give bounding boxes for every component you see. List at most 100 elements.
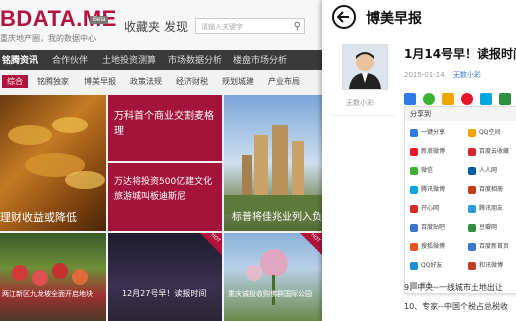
share-item-label: QQ好友 (421, 262, 443, 269)
search-icon[interactable]: ⚲ (294, 19, 301, 35)
tab-planning[interactable]: 规划城建 (222, 76, 254, 87)
news-tile[interactable]: 标普将佳兆业列入负 (224, 95, 322, 231)
site-slogan: 重庆地产圈，我的数据中心 (0, 34, 96, 43)
author-name[interactable]: 无数小彩 (346, 98, 374, 108)
nav-item-market-data[interactable]: 市场数据分析 (168, 53, 222, 66)
share-item-label: 搜狐微博 (421, 243, 446, 250)
share-service-icon (410, 223, 418, 232)
beta-badge: Beta (90, 16, 109, 24)
news-tile[interactable]: 万达将投资500亿建文化旅游城叫板迪斯尼 (108, 163, 222, 231)
share-service-icon (468, 242, 476, 251)
share-item[interactable]: 百度贴吧 (410, 222, 445, 232)
share-item[interactable]: 和讯微博 (468, 260, 503, 270)
share-item-label: 微信 (421, 167, 434, 174)
share-toolbar (404, 88, 516, 107)
share-item-label: 开心网 (421, 205, 440, 212)
share-item[interactable]: 开心网 (410, 203, 439, 213)
tile-caption: 两江新区九龙坡全面开启地块 (2, 290, 93, 298)
article-panel: 博美早报 无数小彩 1月14号早！读报时间 2015-01-14 无数小彩 分享… (322, 0, 516, 321)
tile-caption: 万达将投资500亿建文化旅游城叫板迪斯尼 (114, 177, 213, 202)
article-date: 2015-01-14 (404, 71, 445, 79)
share-item-label: 新浪微博 (421, 148, 446, 155)
share-service-icon (410, 185, 418, 194)
share-service-icon (468, 128, 476, 137)
site-header: BDATA.ME Beta 重庆地产圈，我的数据中心 收藏夹 发现 请输入关键字… (0, 0, 322, 50)
tab-morning-report[interactable]: 博美早报 (84, 76, 116, 87)
tab-industry[interactable]: 产业布局 (268, 76, 300, 87)
share-menu: 分享到 一键分享 QQ空间新浪微博 百度云收藏微信 人人网腾讯微博 百度相册开心网 腾讯朋… (404, 106, 516, 294)
discover-link[interactable]: 发现 (164, 18, 188, 35)
tile-caption: 重庆诚投收购佛群国际公园 (228, 290, 312, 298)
hot-badge: HOT (200, 233, 222, 255)
share-item[interactable]: 百度新首页 (468, 241, 509, 251)
share-service-icon (468, 223, 476, 232)
share-service-icon (410, 204, 418, 213)
share-item[interactable]: 腾讯微博 (410, 184, 445, 194)
sub-nav: 综合 铭腾独家 博美早报 政策法规 经济财税 规划城建 产业布局 (0, 73, 322, 91)
share-item-label: 和讯微博 (479, 262, 504, 269)
tab-policy[interactable]: 政策法规 (130, 76, 162, 87)
douban-icon[interactable] (499, 92, 512, 105)
share-service-icon (410, 242, 418, 251)
share-item-label: 豆瓣网 (479, 224, 498, 231)
search-input[interactable]: 请输入关键字 ⚲ (195, 18, 305, 34)
nav-item-land-calc[interactable]: 土地投资测算 (102, 53, 156, 66)
news-tile[interactable]: 两江新区九龙坡全面开启地块 (0, 233, 106, 321)
nav-item-partners[interactable]: 合作伙伴 (52, 53, 88, 66)
share-item[interactable]: QQ好友 (410, 260, 442, 270)
share-plus-icon[interactable] (404, 92, 416, 105)
tab-exclusive[interactable]: 铭腾独家 (37, 76, 69, 87)
share-item-label: 腾讯朋友 (479, 205, 504, 212)
share-item[interactable]: 腾讯朋友 (468, 203, 503, 213)
share-service-icon (410, 128, 418, 137)
article-paragraph: 10、专家--中国个税占总税收 (404, 302, 508, 311)
share-service-icon (410, 261, 418, 270)
tile-caption: 标普将佳兆业列入负 (232, 212, 322, 223)
weibo-icon[interactable] (461, 92, 474, 105)
article-meta: 2015-01-14 无数小彩 (404, 70, 481, 80)
share-item[interactable]: 搜狐微博 (410, 241, 445, 251)
panel-title: 博美早报 (366, 11, 422, 27)
news-tile[interactable]: 万科首个商业交割麦格理 (108, 95, 222, 161)
share-item[interactable]: 新浪微博 (410, 146, 445, 156)
share-item-label: 百度新首页 (479, 243, 510, 250)
nav-item-news[interactable]: 铭腾资讯 (2, 53, 38, 66)
tab-all[interactable]: 综合 (2, 75, 28, 88)
background-site: BDATA.ME Beta 重庆地产圈，我的数据中心 收藏夹 发现 请输入关键字… (0, 0, 322, 321)
article-author-link[interactable]: 无数小彩 (453, 71, 481, 79)
share-item[interactable]: 百度云收藏 (468, 146, 509, 156)
share-menu-header: 分享到 (405, 107, 516, 121)
share-service-icon (468, 147, 476, 156)
avatar[interactable] (342, 44, 388, 90)
news-tile[interactable]: HOT 重庆诚投收购佛群国际公园 (224, 233, 322, 321)
news-tile[interactable]: 理财收益或降低 (0, 95, 106, 231)
share-item-label: 一键分享 (421, 129, 446, 136)
share-item[interactable]: QQ空间 (468, 127, 500, 137)
wechat-icon[interactable] (423, 92, 436, 105)
news-tile[interactable]: HOT 12月27号早！读报时间 (108, 233, 222, 321)
back-button[interactable] (332, 5, 356, 29)
article-title: 1月14号早！读报时间 (404, 47, 516, 61)
divider (330, 115, 395, 116)
share-service-icon (410, 166, 418, 175)
share-service-icon (468, 261, 476, 270)
search-placeholder: 请输入关键字 (201, 23, 243, 31)
tencent-weibo-icon[interactable] (480, 92, 493, 105)
favorites-link[interactable]: 收藏夹 (124, 18, 160, 35)
share-item[interactable]: 微信 (410, 165, 433, 175)
share-service-icon (468, 166, 476, 175)
share-item-label: QQ空间 (479, 129, 501, 136)
author-photo (343, 45, 387, 89)
tile-caption: 理财收益或降低 (0, 211, 77, 224)
nav-item-property-market[interactable]: 楼盘市场分析 (233, 53, 287, 66)
share-item-label: 腾讯微博 (421, 186, 446, 193)
share-item-label: 百度相册 (479, 186, 504, 193)
tab-economy[interactable]: 经济财税 (176, 76, 208, 87)
qzone-icon[interactable] (442, 92, 455, 105)
share-item[interactable]: 人人网 (468, 165, 497, 175)
share-item[interactable]: 一键分享 (410, 127, 445, 137)
arrow-left-icon (337, 11, 349, 23)
share-item[interactable]: 豆瓣网 (468, 222, 497, 232)
share-item[interactable]: 百度相册 (468, 184, 503, 194)
market-image (12, 263, 88, 286)
